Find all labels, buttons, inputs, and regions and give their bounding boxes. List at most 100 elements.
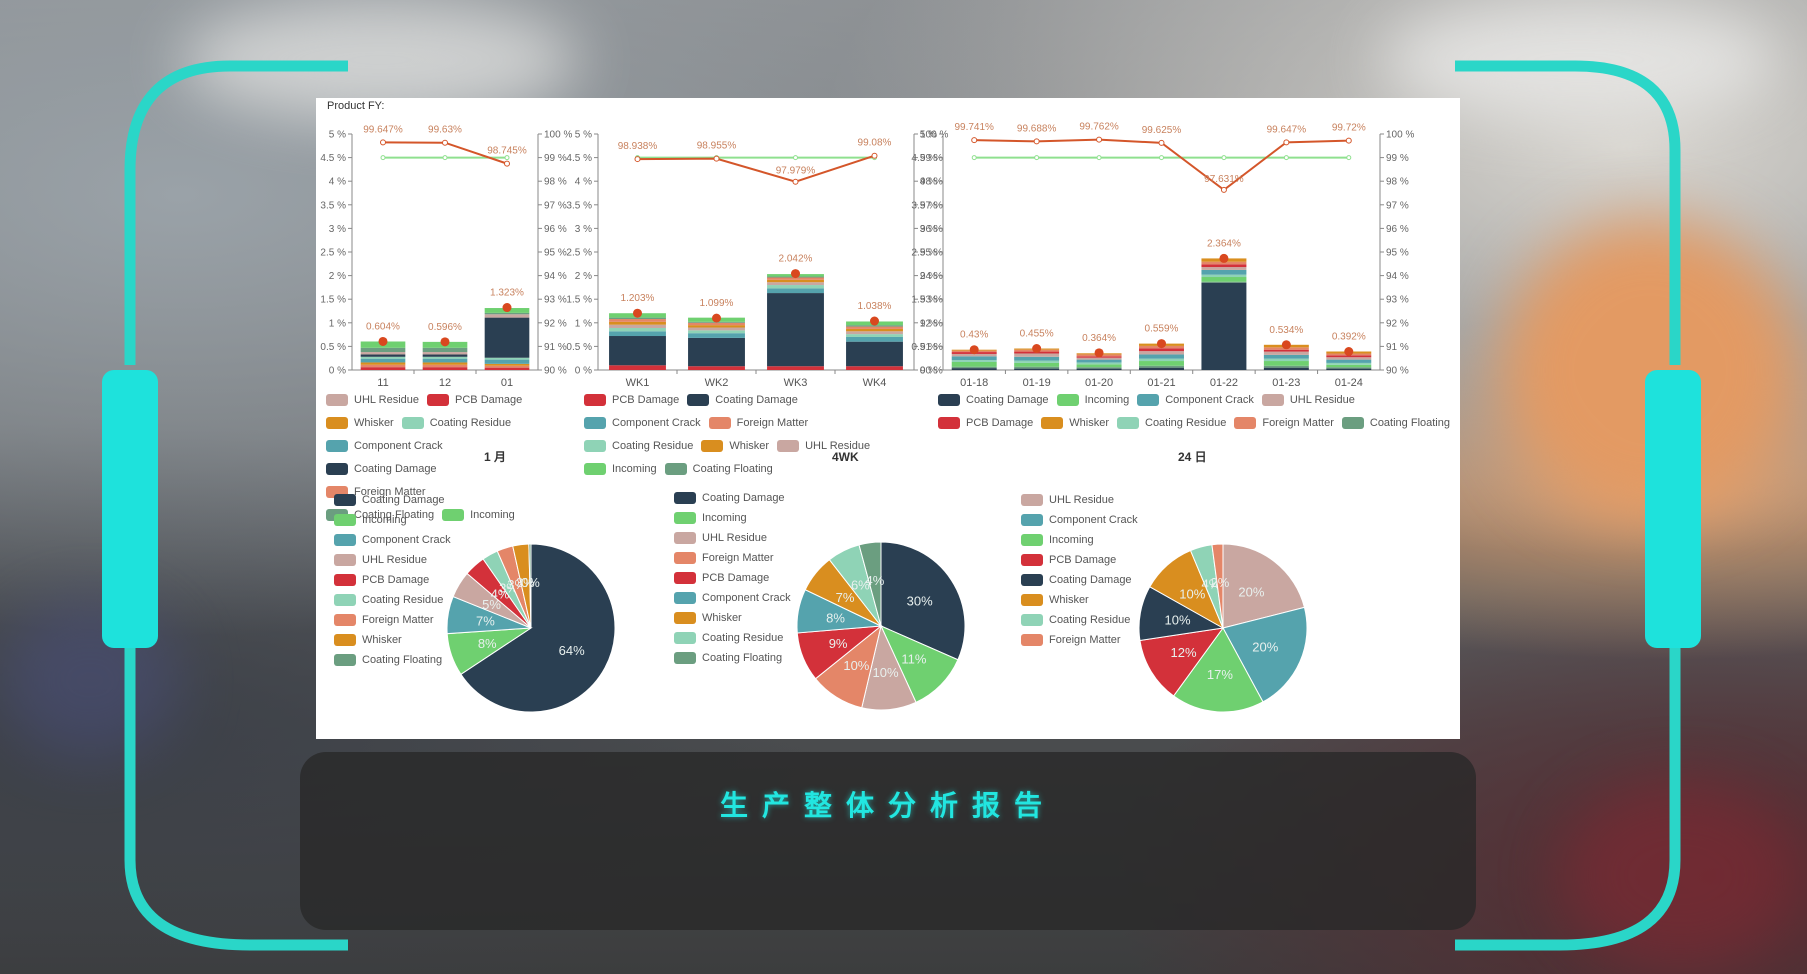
x-tick-label: 01-22 — [1210, 377, 1238, 389]
legend-item[interactable]: PCB Damage — [938, 413, 1033, 433]
left-tick-label: 2.5 % — [566, 248, 592, 259]
legend-item[interactable]: Coating Residue — [401, 413, 511, 433]
total-marker — [870, 316, 879, 326]
legend-item[interactable]: Component Crack — [584, 413, 701, 433]
total-marker — [712, 313, 721, 323]
legend-item[interactable]: Whisker — [674, 608, 791, 628]
x-tick-label: 01-20 — [1085, 377, 1113, 389]
frame-right-handle — [1645, 370, 1701, 648]
legend-item[interactable]: Coating Damage — [938, 390, 1049, 410]
legend-label: Incoming — [1084, 394, 1130, 406]
bar-segment-component-crack — [484, 359, 530, 364]
legend-item[interactable]: Foreign Matter — [674, 548, 791, 568]
bar-segment-coating-damage — [609, 336, 666, 366]
bar-segment-coating-damage — [767, 293, 824, 367]
legend-item[interactable]: Whisker — [1041, 413, 1109, 433]
bar-segment-coating-damage — [951, 368, 997, 370]
bar-segment-component-crack — [422, 358, 468, 363]
legend-label: Incoming — [612, 463, 657, 475]
legend-swatch — [584, 463, 606, 475]
right-tick-label: 95 % — [1386, 248, 1409, 259]
legend-item[interactable]: Incoming — [674, 508, 791, 528]
legend-item[interactable]: Coating Floating — [334, 650, 451, 670]
right-tick-label: 97 % — [544, 200, 567, 211]
right-tick-label: 90 % — [544, 366, 567, 377]
legend-item[interactable]: Coating Residue — [334, 590, 451, 610]
legend-item[interactable]: Coating Floating — [1341, 413, 1450, 433]
legend-item[interactable]: Incoming — [1056, 390, 1130, 410]
fy-point — [1220, 186, 1227, 193]
caption-box: 生产整体分析报告 — [300, 752, 1476, 930]
legend-item[interactable]: Component Crack — [1137, 390, 1254, 410]
legend-item[interactable]: Whisker — [326, 413, 394, 433]
legend-item[interactable]: Foreign Matter — [708, 413, 808, 433]
target-point — [380, 155, 386, 161]
legend-label: Incoming — [362, 514, 407, 526]
legend-item[interactable]: Coating Damage — [334, 490, 451, 510]
legend-item[interactable]: Coating Floating — [664, 459, 773, 479]
total-marker — [378, 336, 388, 346]
legend-item[interactable]: Component Crack — [334, 530, 451, 550]
bar-segment-foreign-matter — [688, 322, 745, 326]
pie-month: 64%8%7%5%4%3%3%3%0% — [446, 543, 616, 713]
legend-label: Incoming — [1049, 534, 1094, 546]
legend-item[interactable]: Coating Residue — [584, 436, 693, 456]
legend-item[interactable]: Coating Damage — [687, 390, 798, 410]
legend-item[interactable]: Foreign Matter — [1021, 630, 1138, 650]
legend-item[interactable]: UHL Residue — [674, 528, 791, 548]
legend-item[interactable]: PCB Damage — [427, 390, 522, 410]
legend-label: Coating Damage — [1049, 574, 1132, 586]
legend-item[interactable]: PCB Damage — [674, 568, 791, 588]
legend-swatch — [1041, 417, 1064, 429]
legend-item[interactable]: UHL Residue — [326, 390, 419, 410]
right-tick-label: 93 % — [544, 295, 567, 306]
pie-label: 10% — [843, 658, 869, 673]
legend-weekly: PCB Damage Coating Damage Component Crack F… — [584, 390, 914, 482]
legend-item[interactable]: Foreign Matter — [1234, 413, 1334, 433]
left-tick-label: 3.5 % — [566, 200, 592, 211]
legend-item[interactable]: Whisker — [1021, 590, 1138, 610]
legend-item[interactable]: Coating Residue — [674, 628, 791, 648]
legend-item[interactable]: Coating Damage — [1021, 570, 1138, 590]
legend-item[interactable]: Coating Damage — [674, 488, 791, 508]
legend-item[interactable]: Incoming — [584, 459, 657, 479]
legend-label: Component Crack — [702, 592, 791, 604]
legend-swatch — [326, 394, 348, 406]
pie-label: 30% — [907, 594, 933, 609]
legend-item[interactable]: Incoming — [1021, 530, 1138, 550]
legend-item[interactable]: UHL Residue — [334, 550, 451, 570]
bar-segment-uhl-residue — [1201, 267, 1247, 270]
legend-label: Foreign Matter — [362, 614, 434, 626]
legend-item[interactable]: Component Crack — [1021, 510, 1138, 530]
bar-segment-component-crack — [688, 333, 745, 338]
legend-item[interactable]: UHL Residue — [1021, 490, 1138, 510]
legend-swatch — [334, 614, 356, 626]
legend-item[interactable]: Component Crack — [674, 588, 791, 608]
fy-label: 97.631% — [1204, 174, 1244, 185]
legend-item[interactable]: Coating Floating — [674, 648, 791, 668]
x-tick-label: 12 — [439, 377, 451, 389]
bar-segment-pcb-damage — [1201, 264, 1247, 268]
legend-item[interactable]: Incoming — [334, 510, 451, 530]
fy-label: 99.72% — [1332, 123, 1366, 134]
legend-item[interactable]: Coating Residue — [1021, 610, 1138, 630]
legend-label: Coating Floating — [362, 654, 443, 666]
bar-segment-uhl-residue — [767, 282, 824, 286]
legend-item[interactable]: Coating Residue — [1117, 413, 1226, 433]
legend-item[interactable]: PCB Damage — [1021, 550, 1138, 570]
bar-segment-incoming — [1139, 361, 1184, 366]
legend-item[interactable]: Whisker — [334, 630, 451, 650]
legend-item[interactable]: PCB Damage — [584, 390, 679, 410]
fy-label: 98.745% — [487, 146, 527, 157]
left-tick-label: 1.5 % — [320, 295, 346, 306]
legend-item[interactable]: Foreign Matter — [334, 610, 451, 630]
pie-label: 64% — [559, 643, 585, 658]
bar-segment-coating-damage — [484, 317, 530, 358]
legend-item[interactable]: PCB Damage — [334, 570, 451, 590]
bar-segment-foreign-matter — [846, 326, 903, 329]
legend-item[interactable]: UHL Residue — [1261, 390, 1355, 410]
right-tick-label: 98 % — [544, 177, 567, 188]
legend-item[interactable]: Component Crack — [326, 436, 443, 456]
legend-item[interactable]: Coating Damage — [326, 459, 437, 479]
legend-item[interactable]: Whisker — [701, 436, 769, 456]
